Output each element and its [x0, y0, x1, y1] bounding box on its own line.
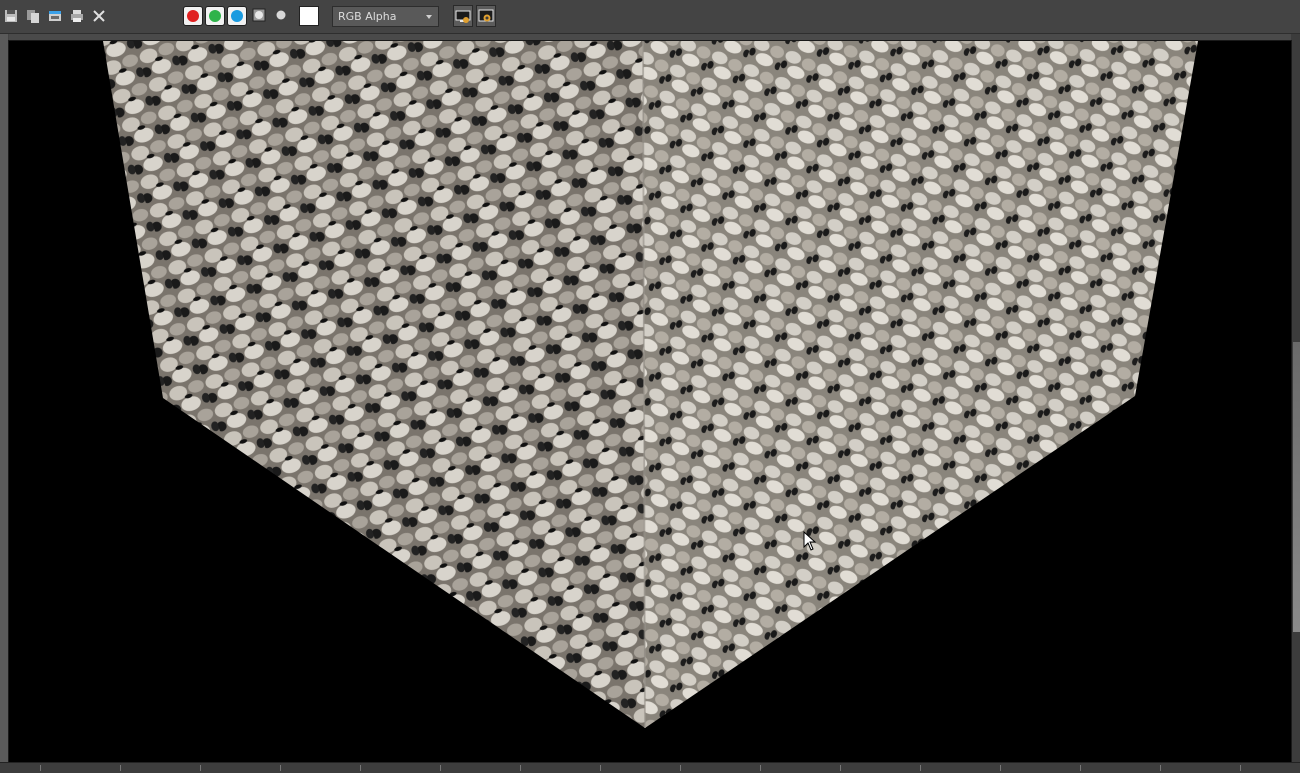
- cube-right-face: [643, 41, 1198, 728]
- cube-left-face: [103, 41, 645, 728]
- clone-icon[interactable]: [22, 5, 44, 27]
- alpha-channel-icon[interactable]: [251, 7, 267, 23]
- background-window-edge: [1293, 342, 1300, 632]
- frame-buffer-toolbar: RGB Alpha: [0, 0, 1300, 34]
- red-channel-icon: [187, 10, 199, 22]
- close-icon[interactable]: [88, 5, 110, 27]
- channel-display-value: RGB Alpha: [338, 10, 397, 23]
- bottom-ruler: [0, 762, 1300, 773]
- blue-channel-button[interactable]: [227, 6, 247, 26]
- copy-icon[interactable]: [44, 5, 66, 27]
- green-channel-button[interactable]: [205, 6, 225, 26]
- green-channel-icon: [209, 10, 221, 22]
- rendered-cube-image: [103, 41, 1198, 729]
- image-info-icon[interactable]: [476, 5, 496, 27]
- left-frame-border: [0, 34, 8, 764]
- mouse-pointer-icon: [803, 531, 817, 551]
- display-image-icon[interactable]: [453, 5, 473, 27]
- color-swatch[interactable]: [299, 6, 319, 26]
- channel-display-select[interactable]: RGB Alpha: [332, 6, 439, 27]
- red-channel-button[interactable]: [183, 6, 203, 26]
- save-icon[interactable]: [0, 5, 22, 27]
- monochrome-icon[interactable]: [273, 7, 289, 23]
- render-viewport[interactable]: [9, 41, 1291, 762]
- blue-channel-icon: [231, 10, 243, 22]
- chevron-down-icon: [426, 15, 432, 19]
- print-icon[interactable]: [66, 5, 88, 27]
- top-frame-border: [9, 34, 1291, 41]
